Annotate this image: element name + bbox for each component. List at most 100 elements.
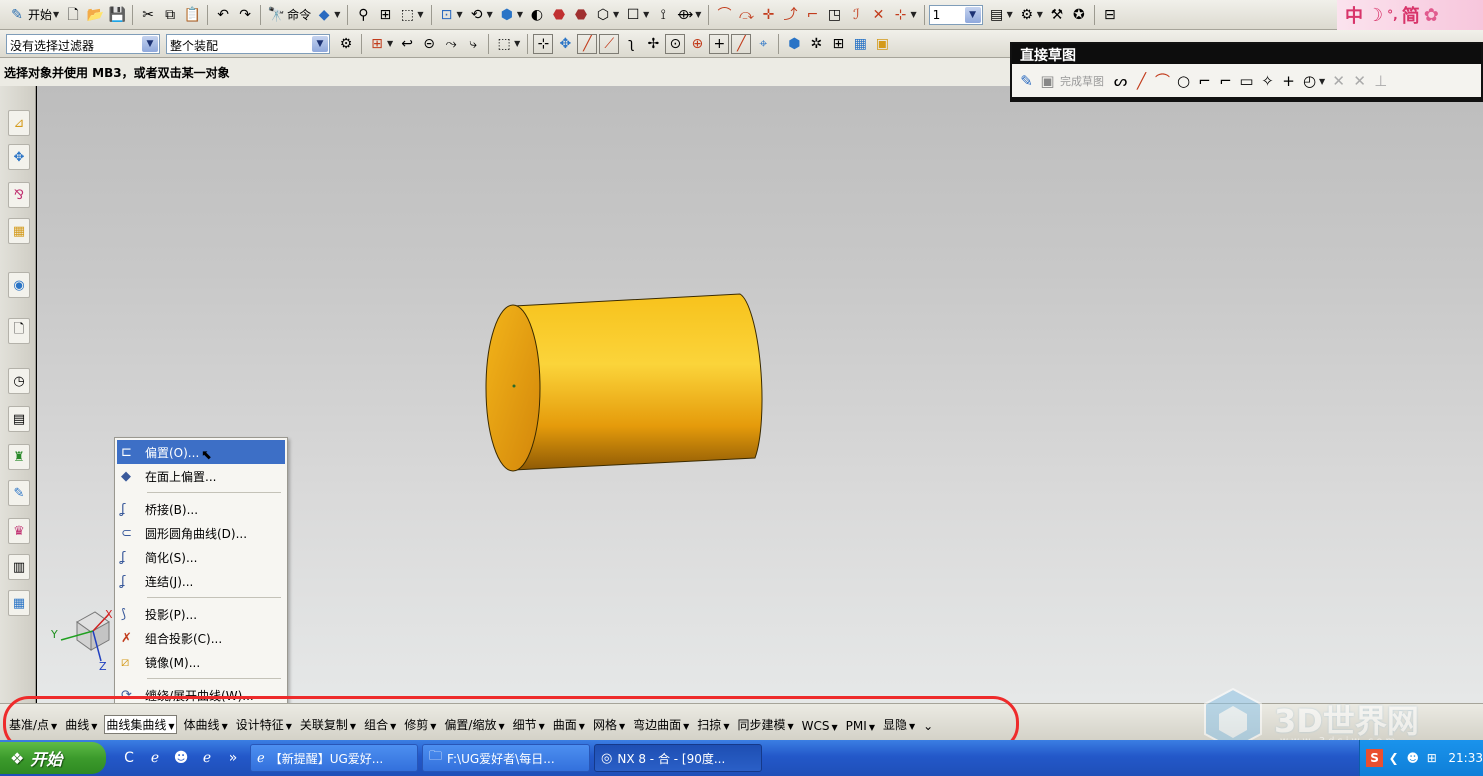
chevron-down-icon[interactable]: ▼ bbox=[1007, 10, 1013, 19]
system-scenes-icon[interactable]: ✎ bbox=[8, 480, 30, 506]
qq-tray-icon[interactable]: ☻ bbox=[1404, 749, 1421, 767]
paste-icon[interactable]: 📋 bbox=[182, 5, 202, 25]
ime-simplified-label[interactable]: 简 bbox=[1402, 2, 1420, 28]
layer-select[interactable]: 1 ▼ bbox=[928, 4, 983, 25]
qq-icon[interactable]: ☻ bbox=[170, 747, 192, 769]
task-browser-window[interactable]: ℯ 【新提醒】UG爱好... bbox=[250, 744, 418, 772]
menu-group-show-hide[interactable]: 显隐 ▼ bbox=[882, 715, 916, 734]
finish-sketch-icon[interactable]: ▣ bbox=[1038, 71, 1057, 91]
cylinder-end-face[interactable] bbox=[485, 304, 541, 472]
macro-icon[interactable]: ✪ bbox=[1069, 5, 1089, 25]
menu-group-surface[interactable]: 曲面 ▼ bbox=[552, 715, 586, 734]
polygon-icon[interactable]: ✧ bbox=[1258, 71, 1277, 91]
manufacturing-wizard-icon[interactable]: ♛ bbox=[8, 518, 30, 544]
chevron-down-icon[interactable]: ▼ bbox=[643, 10, 649, 19]
chevron-down-icon[interactable]: ▼ bbox=[417, 10, 423, 19]
command-finder-label[interactable]: 命令 bbox=[287, 6, 311, 23]
chamfer-icon[interactable]: ⌐ bbox=[1216, 71, 1235, 91]
arc-icon[interactable]: ⌒ bbox=[1153, 71, 1172, 91]
render-style-icon[interactable]: ◆ bbox=[314, 5, 334, 25]
palette-icon[interactable]: ▥ bbox=[8, 554, 30, 580]
menu-group-trim[interactable]: 修剪 ▼ bbox=[403, 715, 437, 734]
fit-view-icon[interactable]: ⊡ bbox=[437, 5, 457, 25]
clock[interactable]: 21:33 bbox=[1448, 751, 1483, 765]
menu-group-wcs[interactable]: WCS ▼ bbox=[801, 718, 839, 734]
snap-on-curve-icon[interactable]: ╱ bbox=[731, 33, 752, 54]
start-menu-label[interactable]: 开始 bbox=[28, 6, 52, 23]
menu-group-offset-scale[interactable]: 偏置/缩放 ▼ bbox=[443, 715, 505, 734]
finish-sketch-label[interactable]: 完成草图 bbox=[1060, 73, 1104, 89]
rotate-view-icon[interactable]: ⟲ bbox=[467, 5, 487, 25]
menu-group-combine[interactable]: 组合 ▼ bbox=[363, 715, 397, 734]
chevron-down-icon[interactable]: ▼ bbox=[457, 10, 463, 19]
snap-point-icon[interactable]: + bbox=[709, 33, 730, 54]
clock-icon[interactable]: ◷ bbox=[8, 368, 30, 394]
filter-settings-icon[interactable]: ⚙ bbox=[336, 34, 356, 54]
chevron-down-icon[interactable]: ▼ bbox=[1037, 10, 1043, 19]
menu-item-simplify[interactable]: ʆ 简化(S)... bbox=[117, 545, 285, 569]
show-desktop-icon[interactable]: C bbox=[118, 747, 140, 769]
chevron-down-icon[interactable]: ▼ bbox=[312, 35, 328, 52]
menu-group-curve[interactable]: 曲线 ▼ bbox=[64, 715, 98, 734]
snap-center-icon[interactable]: ⊙ bbox=[665, 33, 686, 54]
section-view-icon[interactable]: ◐ bbox=[527, 5, 547, 25]
menu-group-pmi[interactable]: PMI ▼ bbox=[845, 718, 876, 734]
make-corner-icon[interactable]: ◴ bbox=[1300, 71, 1319, 91]
analysis-icon[interactable]: ⚙ bbox=[1017, 5, 1037, 25]
chevron-down-icon[interactable]: ▼ bbox=[334, 10, 340, 19]
cube-icon[interactable]: ⬢ bbox=[784, 34, 804, 54]
start-menu-icon[interactable]: ✎ bbox=[7, 5, 27, 25]
menu-group-mesh[interactable]: 网格 ▼ bbox=[592, 715, 626, 734]
tools-icon[interactable]: ⚒ bbox=[1047, 5, 1067, 25]
task-explorer-window[interactable]: 🗀 F:\UG爱好者\每日... bbox=[422, 744, 590, 772]
scope-filter-select[interactable]: 整个装配 ▼ bbox=[166, 33, 330, 54]
menu-item-combined-project[interactable]: ✗ 组合投影(C)... bbox=[117, 626, 285, 650]
chevron-down-icon[interactable]: ▼ bbox=[517, 10, 523, 19]
ie-icon[interactable]: ℯ bbox=[144, 747, 166, 769]
ime-chinese-label[interactable]: 中 bbox=[1345, 2, 1363, 28]
snap-icon[interactable]: ⚲ bbox=[353, 5, 373, 25]
reuse-library-icon[interactable]: ▦ bbox=[8, 218, 30, 244]
ime-indicator[interactable]: 中 ☽ °, 简 ✿ bbox=[1337, 0, 1483, 30]
quick-extend-icon[interactable]: ✕ bbox=[1350, 71, 1369, 91]
extrude-icon[interactable]: ⤼ bbox=[736, 5, 756, 25]
materials-icon[interactable]: ⬣ bbox=[571, 5, 591, 25]
history-icon[interactable]: 🗋 bbox=[8, 318, 30, 344]
layer-settings-icon[interactable]: ▤ bbox=[987, 5, 1007, 25]
constraint-icon[interactable]: ⊥ bbox=[1371, 71, 1390, 91]
curve-tool-icon[interactable]: ℐ bbox=[846, 5, 866, 25]
snap-face-icon[interactable]: ⌖ bbox=[753, 34, 773, 54]
point-icon[interactable]: ✛ bbox=[758, 5, 778, 25]
task-nx-window[interactable]: ◎ NX 8 - 合 - [90度... bbox=[594, 744, 762, 772]
point-icon[interactable]: + bbox=[1279, 71, 1298, 91]
chevron-down-icon[interactable]: ▼ bbox=[613, 10, 619, 19]
overflow-icon[interactable]: » bbox=[222, 747, 244, 769]
grid-icon[interactable]: ▦ bbox=[850, 34, 870, 54]
menu-item-bridge[interactable]: ʆ 桥接(B)... bbox=[117, 497, 285, 521]
menu-group-detail[interactable]: 细节 ▼ bbox=[512, 715, 546, 734]
menu-group-curve-from-curves[interactable]: 曲线集曲线 ▼ bbox=[104, 715, 177, 734]
chevron-down-icon[interactable]: ▼ bbox=[53, 10, 59, 19]
selection-icon[interactable]: ⊞ bbox=[375, 5, 395, 25]
menu-item-circular-fillet-curve[interactable]: ⊂ 圆形圆角曲线(D)... bbox=[117, 521, 285, 545]
assembly-icon[interactable]: ⬚ bbox=[397, 5, 417, 25]
snap-midpoint-icon[interactable]: ⟋ bbox=[599, 33, 620, 54]
red-sphere-icon[interactable]: ⬣ bbox=[549, 5, 569, 25]
part-icon[interactable]: ▣ bbox=[872, 34, 892, 54]
sogou-ime-icon[interactable]: S bbox=[1366, 749, 1384, 767]
menu-group-sync-modeling[interactable]: 同步建模 ▼ bbox=[736, 715, 794, 734]
browser-icon[interactable]: ℯ bbox=[196, 747, 218, 769]
assembly-nav-icon[interactable]: ⊞ bbox=[828, 34, 848, 54]
moon-icon[interactable]: ☽ bbox=[1367, 5, 1383, 26]
view-orient-icon[interactable]: ⬡ bbox=[593, 5, 613, 25]
select-body-icon[interactable]: ⊝ bbox=[419, 34, 439, 54]
menu-group-associative-copy[interactable]: 关联复制 ▼ bbox=[299, 715, 357, 734]
snap-line-icon[interactable]: ╱ bbox=[577, 33, 598, 54]
network-icon[interactable]: ⊞ bbox=[1423, 749, 1440, 767]
chevron-down-icon[interactable]: ▼ bbox=[695, 10, 701, 19]
measure-icon[interactable]: ⟴ bbox=[675, 5, 695, 25]
rectangle-icon[interactable]: ▭ bbox=[1237, 71, 1256, 91]
wcs-icon[interactable]: ⟟ bbox=[653, 5, 673, 25]
cut-icon[interactable]: ✂ bbox=[138, 5, 158, 25]
chevron-down-icon[interactable]: ▼ bbox=[487, 10, 493, 19]
